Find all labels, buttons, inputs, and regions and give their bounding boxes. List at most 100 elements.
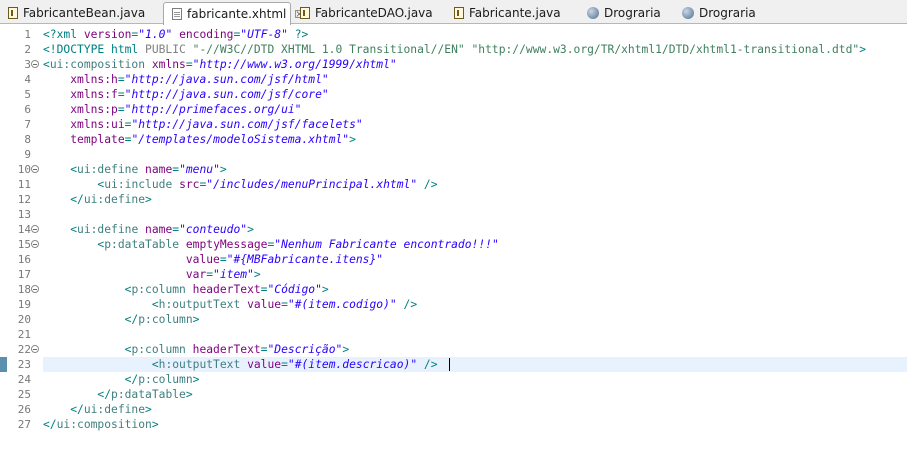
code-token: "http://java.sun.com/jsf/html" xyxy=(124,73,329,86)
code-token: "Código" xyxy=(267,283,322,296)
fold-toggle-icon[interactable] xyxy=(31,345,39,353)
fold-toggle-icon[interactable] xyxy=(31,60,39,68)
code-token: "UTF-8" xyxy=(240,28,288,41)
line-number: 13 xyxy=(17,208,31,221)
fold-toggle-icon[interactable] xyxy=(31,165,39,173)
line-number: 27 xyxy=(17,418,31,431)
code-token: <!DOCTYPE xyxy=(43,43,112,56)
code-line[interactable]: 26 </ui:define> xyxy=(0,402,907,417)
code-token: > xyxy=(151,418,159,431)
line-number: 12 xyxy=(17,193,31,206)
code-line[interactable]: 23 <h:outputText value="#(item.descricao… xyxy=(0,357,907,372)
code-line[interactable]: 17 var="item"> xyxy=(0,267,907,282)
code-line[interactable]: 13 xyxy=(0,207,907,222)
code-token: headerText xyxy=(192,343,261,356)
code-editor[interactable]: 1 <?xml version="1.0" encoding="UTF-8" ?>… xyxy=(0,24,907,457)
code-token: h:outputText xyxy=(158,358,248,371)
code-line[interactable]: 2 <!DOCTYPE html PUBLIC "-//W3C//DTD XHTM… xyxy=(0,42,907,57)
code-line[interactable]: 24 </p:column> xyxy=(0,372,907,387)
code-token: ui:composition xyxy=(56,418,152,431)
code-token: version xyxy=(83,28,132,41)
line-number: 26 xyxy=(17,403,31,416)
tab-1[interactable]: fabricante.xhtml☒ xyxy=(163,2,304,25)
code-line[interactable]: 16 value="#{MBFabricante.itens}" xyxy=(0,252,907,267)
tab-label: fabricante.xhtml xyxy=(187,7,287,21)
code-token: p:dataTable xyxy=(104,238,186,251)
code-line[interactable]: 18 <p:column headerText="Código"> xyxy=(0,282,907,297)
code-token: "item" xyxy=(213,268,254,281)
code-text: <!DOCTYPE html PUBLIC "-//W3C//DTD XHTML… xyxy=(43,42,866,57)
code-token: /> xyxy=(417,178,438,191)
code-line[interactable]: 27 </ui:composition> xyxy=(0,417,907,432)
code-line[interactable]: 15 <p:dataTable emptyMessage="Nenhum Fab… xyxy=(0,237,907,252)
code-token: "http://primefaces.org/ui" xyxy=(124,103,302,116)
code-line[interactable]: 25 </p:dataTable> xyxy=(0,387,907,402)
code-token: xmlns xyxy=(151,58,186,71)
line-number: 16 xyxy=(17,253,31,266)
code-token: xmlns:p xyxy=(70,103,118,116)
fold-toggle-icon[interactable] xyxy=(31,285,39,293)
code-line[interactable]: 9 xyxy=(0,147,907,162)
line-number: 9 xyxy=(24,148,31,161)
line-number: 11 xyxy=(17,178,31,191)
code-token: "#(item.codigo)" xyxy=(287,298,397,311)
tab-2[interactable]: FabricanteDAO.java xyxy=(292,2,443,24)
code-line[interactable]: 21 xyxy=(0,327,907,342)
code-line[interactable]: 8 template="/templates/modeloSistema.xht… xyxy=(0,132,907,147)
code-token: ?> xyxy=(287,28,309,41)
code-token: ui:define xyxy=(77,163,146,176)
tab-label: Drograria xyxy=(699,6,756,20)
code-token: > xyxy=(342,343,350,356)
code-token: src xyxy=(179,178,200,191)
code-text: </ui:define> xyxy=(43,192,152,207)
code-text: value="#{MBFabricante.itens}" xyxy=(43,252,383,267)
code-line[interactable]: 19 <h:outputText value="#(item.codigo)" … xyxy=(0,297,907,312)
java-file-icon xyxy=(8,7,18,19)
code-line[interactable]: 4 xmlns:h="http://java.sun.com/jsf/html" xyxy=(0,72,907,87)
line-number: 5 xyxy=(24,88,31,101)
code-token: "#(item.descricao)" xyxy=(287,358,418,371)
change-marker xyxy=(0,357,7,372)
fold-toggle-icon[interactable] xyxy=(31,240,39,248)
code-text: <p:dataTable emptyMessage="Nenhum Fabric… xyxy=(43,237,498,252)
code-token: p:column xyxy=(131,283,193,296)
tab-3[interactable]: Fabricante.java xyxy=(446,2,576,24)
code-token: > xyxy=(247,223,254,236)
code-text: xmlns:f="http://java.sun.com/jsf/core" xyxy=(43,87,328,102)
code-line[interactable]: 7 xmlns:ui="http://java.sun.com/jsf/face… xyxy=(0,117,907,132)
line-number: 7 xyxy=(24,118,31,131)
code-line[interactable]: 20 </p:column> xyxy=(0,312,907,327)
code-text: xmlns:ui="http://java.sun.com/jsf/facele… xyxy=(43,117,362,132)
code-line[interactable]: 11 <ui:include src="/includes/menuPrinci… xyxy=(0,177,907,192)
code-token: > xyxy=(859,43,866,56)
fold-toggle-icon[interactable] xyxy=(31,225,39,233)
code-token: </ xyxy=(70,403,84,416)
code-token: </ xyxy=(124,313,139,326)
code-token: > xyxy=(185,388,193,401)
code-line[interactable]: 10 <ui:define name="menu"> xyxy=(0,162,907,177)
code-line[interactable]: 3 <ui:composition xmlns="http://www.w3.or… xyxy=(0,57,907,72)
code-token: < xyxy=(43,58,50,71)
code-token: /> xyxy=(417,358,438,371)
tab-5[interactable]: Drograria xyxy=(674,2,766,24)
code-line[interactable]: 1 <?xml version="1.0" encoding="UTF-8" ?> xyxy=(0,27,907,42)
tab-0[interactable]: FabricanteBean.java xyxy=(0,2,160,24)
code-line[interactable]: 12 </ui:define> xyxy=(0,192,907,207)
tab-4[interactable]: Drograria xyxy=(579,2,671,24)
line-number: 2 xyxy=(24,43,31,56)
code-token: PUBLIC xyxy=(145,43,193,56)
code-line[interactable]: 5 xmlns:f="http://java.sun.com/jsf/core" xyxy=(0,87,907,102)
code-line[interactable]: 14 <ui:define name="conteudo"> xyxy=(0,222,907,237)
code-line[interactable]: 22 <p:column headerText="Descrição"> xyxy=(0,342,907,357)
code-token: "http://www.w3.org/1999/xhtml" xyxy=(192,58,397,71)
code-line[interactable]: 6 xmlns:p="http://primefaces.org/ui" xyxy=(0,102,907,117)
code-token: xmlns:h xyxy=(70,73,118,86)
